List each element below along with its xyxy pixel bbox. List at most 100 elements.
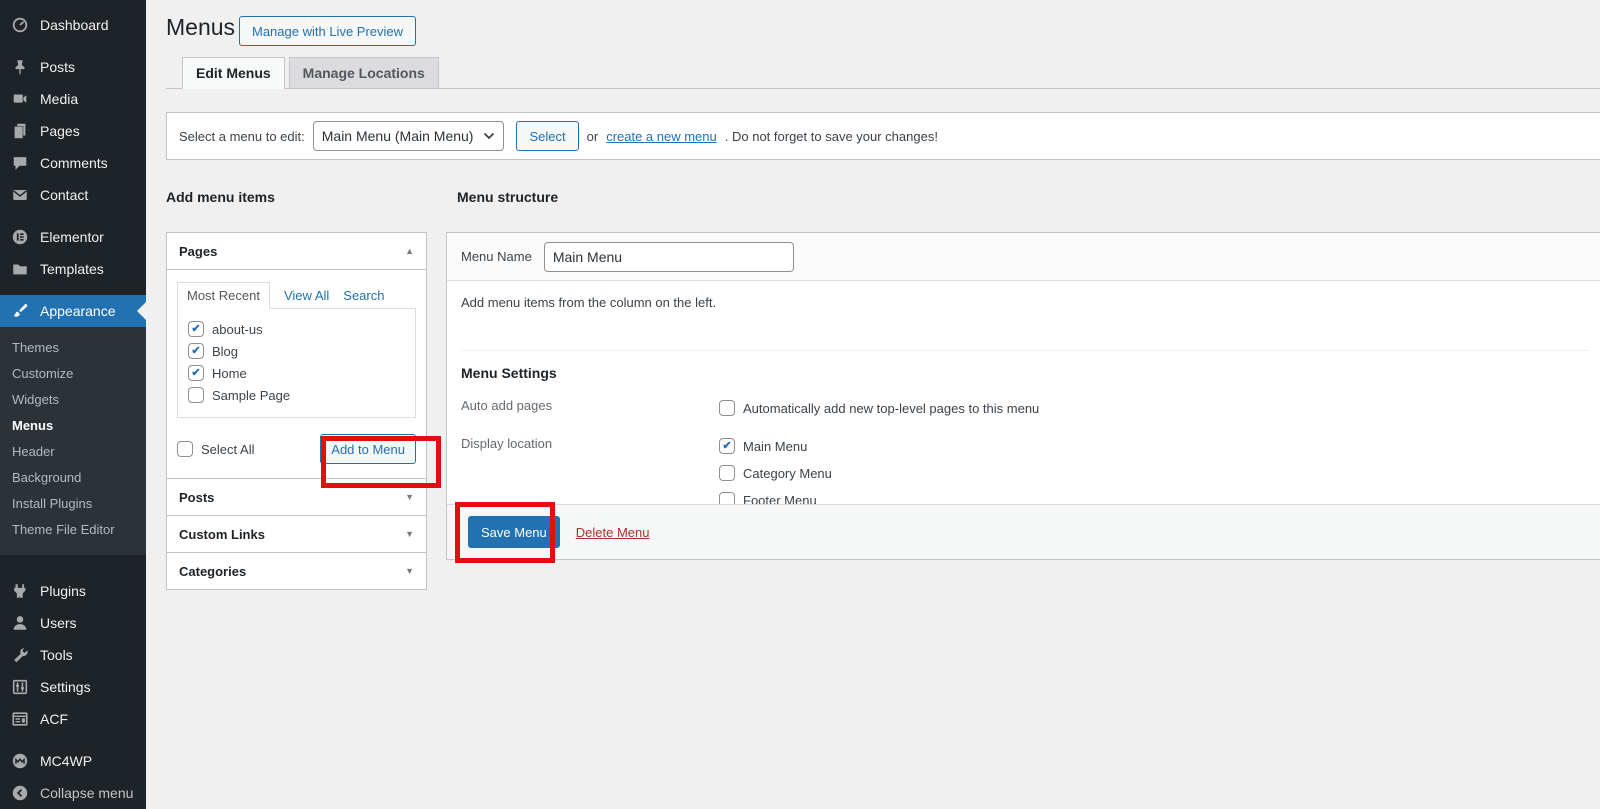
pages-actions-row: Select All Add to Menu <box>177 434 416 466</box>
sidebar-item-label: Plugins <box>40 583 86 599</box>
menu-dropdown-value: Main Menu (Main Menu) <box>322 128 474 144</box>
sidebar-item-dashboard[interactable]: Dashboard <box>0 9 146 41</box>
location-option: Main Menu <box>719 435 832 457</box>
mc4wp-icon <box>10 751 30 771</box>
tab-manage-locations[interactable]: Manage Locations <box>289 57 439 89</box>
checkbox-main-menu[interactable] <box>719 438 735 454</box>
sidebar-item-label: MC4WP <box>40 753 92 769</box>
chevron-down-icon: ▼ <box>405 566 414 576</box>
accordion-posts-label: Posts <box>179 490 214 505</box>
accordion-pages[interactable]: Pages ▲ <box>167 233 426 270</box>
sidebar-item-contact[interactable]: Contact <box>0 179 146 211</box>
select-all-row: Select All <box>177 438 254 460</box>
menu-settings-heading: Menu Settings <box>461 365 1589 381</box>
sidebar-item-appearance[interactable]: Appearance <box>0 295 146 327</box>
pages-icon <box>10 121 30 141</box>
tab-view-all[interactable]: View All <box>284 288 329 303</box>
menu-dropdown[interactable]: Main Menu (Main Menu) <box>313 121 505 151</box>
checkbox-home[interactable] <box>188 365 204 381</box>
sidebar-item-mc4wp[interactable]: MC4WP <box>0 745 146 777</box>
submenu-item-customize[interactable]: Customize <box>0 361 146 387</box>
brush-icon <box>10 301 30 321</box>
sidebar-item-media[interactable]: Media <box>0 83 146 115</box>
submenu-item-theme-file-editor[interactable]: Theme File Editor <box>0 517 146 543</box>
sidebar-item-elementor[interactable]: Elementor <box>0 221 146 253</box>
list-item: Home <box>188 362 415 384</box>
sliders-icon <box>10 677 30 697</box>
submenu-item-background[interactable]: Background <box>0 465 146 491</box>
auto-add-option: Automatically add new top-level pages to… <box>719 397 1039 419</box>
checkbox-blog[interactable] <box>188 343 204 359</box>
sidebar-item-label: Comments <box>40 155 108 171</box>
sidebar-item-users[interactable]: Users <box>0 607 146 639</box>
wrench-icon <box>10 645 30 665</box>
add-to-menu-button[interactable]: Add to Menu <box>320 434 416 464</box>
sidebar-item-label: Posts <box>40 59 75 75</box>
sidebar-item-comments[interactable]: Comments <box>0 147 146 179</box>
tab-most-recent[interactable]: Most Recent <box>177 282 270 309</box>
sidebar-item-label: Settings <box>40 679 91 695</box>
collapse-arrow-icon <box>10 783 30 803</box>
manage-live-preview-button[interactable]: Manage with Live Preview <box>239 16 416 46</box>
plugin-icon <box>10 581 30 601</box>
sidebar-item-acf[interactable]: ACF <box>0 703 146 735</box>
tab-search[interactable]: Search <box>343 288 384 303</box>
pages-checklist: about-us Blog Home Sample Page <box>177 308 416 418</box>
sidebar-item-plugins[interactable]: Plugins <box>0 575 146 607</box>
sidebar-item-label: Collapse menu <box>40 785 133 801</box>
list-item: Blog <box>188 340 415 362</box>
sidebar-item-templates[interactable]: Templates <box>0 253 146 285</box>
media-icon <box>10 89 30 109</box>
accordion-posts[interactable]: Posts ▼ <box>167 478 426 515</box>
save-menu-button[interactable]: Save Menu <box>468 516 560 548</box>
dashboard-icon <box>10 15 30 35</box>
menu-name-input[interactable] <box>544 242 794 272</box>
settings-divider <box>461 350 1589 351</box>
select-button[interactable]: Select <box>516 121 578 151</box>
appearance-submenu: Themes Customize Widgets Menus Header Ba… <box>0 327 146 555</box>
location-option: Category Menu <box>719 462 832 484</box>
submenu-item-header[interactable]: Header <box>0 439 146 465</box>
auto-add-pages-label: Auto add pages <box>461 397 719 419</box>
menu-actions-footer: Save Menu Delete Menu <box>447 504 1600 559</box>
checkbox-sample-page[interactable] <box>188 387 204 403</box>
acf-icon <box>10 709 30 729</box>
checkbox-auto-add-pages[interactable] <box>719 400 735 416</box>
checkbox-label: about-us <box>212 322 263 337</box>
accordion-custom-links[interactable]: Custom Links ▼ <box>167 515 426 552</box>
sidebar-item-label: Users <box>40 615 77 631</box>
list-item: Sample Page <box>188 384 415 406</box>
sidebar-item-pages[interactable]: Pages <box>0 115 146 147</box>
menu-name-label: Menu Name <box>461 249 532 264</box>
submenu-item-menus[interactable]: Menus <box>0 413 146 439</box>
empty-menu-hint: Add menu items from the column on the le… <box>461 295 1589 310</box>
submenu-item-widgets[interactable]: Widgets <box>0 387 146 413</box>
checkbox-select-all[interactable] <box>177 441 193 457</box>
sidebar-item-settings[interactable]: Settings <box>0 671 146 703</box>
admin-sidebar: Dashboard Posts Media Pages Comments Con… <box>0 0 146 809</box>
select-menu-label: Select a menu to edit: <box>179 129 305 144</box>
sidebar-item-label: Dashboard <box>40 17 109 33</box>
checkbox-label: Category Menu <box>743 466 832 481</box>
menu-select-bar: Select a menu to edit: Main Menu (Main M… <box>166 112 1600 160</box>
sidebar-item-label: Media <box>40 91 78 107</box>
chevron-down-icon: ▼ <box>405 529 414 539</box>
accordion-categories[interactable]: Categories ▼ <box>167 552 426 589</box>
submenu-item-install-plugins[interactable]: Install Plugins <box>0 491 146 517</box>
checkbox-about-us[interactable] <box>188 321 204 337</box>
sidebar-item-tools[interactable]: Tools <box>0 639 146 671</box>
delete-menu-link[interactable]: Delete Menu <box>576 525 650 540</box>
menu-structure-body: Add menu items from the column on the le… <box>447 281 1600 525</box>
create-new-menu-link[interactable]: create a new menu <box>606 129 717 144</box>
sidebar-item-posts[interactable]: Posts <box>0 51 146 83</box>
tab-edit-menus[interactable]: Edit Menus <box>182 57 285 89</box>
checkbox-category-menu[interactable] <box>719 465 735 481</box>
menu-structure-heading: Menu structure <box>457 189 558 205</box>
save-changes-hint: . Do not forget to save your changes! <box>725 129 938 144</box>
menu-structure-panel: Menu Name Add menu items from the column… <box>446 232 1600 560</box>
submenu-item-themes[interactable]: Themes <box>0 335 146 361</box>
envelope-icon <box>10 185 30 205</box>
chevron-down-icon: ▼ <box>405 492 414 502</box>
sidebar-item-collapse-menu[interactable]: Collapse menu <box>0 777 146 809</box>
sidebar-item-label: ACF <box>40 711 68 727</box>
